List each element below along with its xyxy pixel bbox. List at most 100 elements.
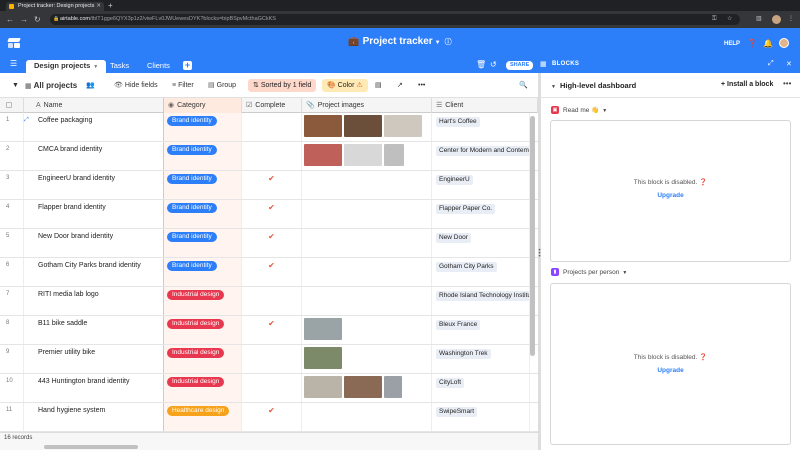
project-image-thumbnail[interactable]: [304, 376, 342, 398]
cell-project-images[interactable]: [302, 171, 432, 199]
views-toggle-icon[interactable]: ▼: [12, 81, 19, 91]
cell-category[interactable]: Brand identity: [164, 113, 242, 141]
more-icon[interactable]: •••: [418, 81, 425, 91]
cell-complete[interactable]: [242, 142, 302, 170]
help-icon[interactable]: ❓: [699, 354, 707, 361]
cell-name[interactable]: Hand hygiene system: [24, 403, 164, 431]
cell-complete[interactable]: [242, 345, 302, 373]
cell-name[interactable]: New Door brand identity: [24, 229, 164, 257]
cell-project-images[interactable]: [302, 229, 432, 257]
cell-complete[interactable]: ✔: [242, 403, 302, 431]
cell-project-images[interactable]: [302, 316, 432, 344]
cell-category[interactable]: Industrial design: [164, 316, 242, 344]
cell-project-images[interactable]: [302, 374, 432, 402]
cell-name[interactable]: B11 bike saddle: [24, 316, 164, 344]
cell-complete[interactable]: [242, 113, 302, 141]
cell-name[interactable]: Flapper brand identity: [24, 200, 164, 228]
tab-clients[interactable]: Clients: [139, 60, 178, 73]
column-header-category[interactable]: ◉ Category: [164, 98, 242, 113]
block-title-read-me[interactable]: ▣ Read me 👋 ▼: [551, 106, 607, 116]
add-table-button[interactable]: +: [183, 61, 192, 70]
tab-tasks[interactable]: Tasks: [102, 60, 137, 73]
table-row[interactable]: 7 RITI media lab logo Industrial design Rho…: [0, 287, 538, 316]
project-image-thumbnail[interactable]: [304, 347, 342, 369]
airtable-logo-icon[interactable]: [7, 38, 21, 48]
cell-project-images[interactable]: [302, 200, 432, 228]
browser-menu-icon[interactable]: ⋮: [788, 15, 794, 24]
close-tab-icon[interactable]: ✕: [96, 2, 101, 11]
more-icon[interactable]: •••: [783, 79, 791, 88]
project-image-thumbnail[interactable]: [344, 144, 382, 166]
tab-design-projects[interactable]: Design projects ▼: [26, 60, 107, 73]
cell-client[interactable]: SwipeSmart: [432, 403, 530, 431]
bookmark-star-icon[interactable]: ☆: [727, 15, 732, 24]
cell-complete[interactable]: ✔: [242, 200, 302, 228]
help-icon[interactable]: ❓: [699, 179, 707, 186]
cell-category[interactable]: Industrial design: [164, 345, 242, 373]
group-button[interactable]: ▤ Group: [208, 81, 236, 91]
select-all-checkbox[interactable]: [0, 98, 24, 113]
project-image-thumbnail[interactable]: [304, 115, 342, 137]
table-row[interactable]: 10 443 Huntington brand identity Industria…: [0, 374, 538, 403]
table-row[interactable]: 5 New Door brand identity Brand identity ✔ N…: [0, 229, 538, 258]
column-header-complete[interactable]: ☑ Complete: [242, 98, 302, 113]
column-header-name[interactable]: A Name: [24, 98, 164, 113]
project-image-thumbnail[interactable]: [304, 318, 342, 340]
menu-icon[interactable]: ☰: [10, 59, 17, 68]
cell-category[interactable]: Healthcare design: [164, 403, 242, 431]
upgrade-link[interactable]: Upgrade: [551, 192, 790, 199]
dashboard-switcher[interactable]: ▼ High-level dashboard: [551, 81, 636, 90]
cell-client[interactable]: Center for Modern and Contemporary Art: [432, 142, 530, 170]
close-icon[interactable]: ✕: [786, 60, 792, 68]
cell-name[interactable]: Gotham City Parks brand identity: [24, 258, 164, 286]
cell-name[interactable]: Coffee packaging: [24, 113, 164, 141]
cell-client[interactable]: EngineerU: [432, 171, 530, 199]
hide-fields-button[interactable]: 👁 Hide fields: [114, 81, 158, 91]
cell-complete[interactable]: ✔: [242, 229, 302, 257]
cell-complete[interactable]: ✔: [242, 258, 302, 286]
cell-project-images[interactable]: [302, 258, 432, 286]
collaborators-icon[interactable]: 👥: [86, 81, 95, 91]
column-header-images[interactable]: 📎 Project images: [302, 98, 432, 113]
forward-icon[interactable]: →: [20, 14, 28, 25]
cell-client[interactable]: CityLoft: [432, 374, 530, 402]
cell-name[interactable]: 443 Huntington brand identity: [24, 374, 164, 402]
extension-icon[interactable]: ▥: [756, 15, 762, 24]
table-row[interactable]: 1 ⤢ Coffee packaging Brand identity Hart's C…: [0, 113, 538, 142]
table-row[interactable]: 2 CMCA brand identity Brand identity Center…: [0, 142, 538, 171]
color-button[interactable]: 🎨 Color ⚠: [322, 79, 368, 92]
table-row[interactable]: 6 Gotham City Parks brand identity Brand i…: [0, 258, 538, 287]
horizontal-scrollbar[interactable]: [44, 445, 138, 449]
cell-name[interactable]: RITI media lab logo: [24, 287, 164, 315]
column-header-client[interactable]: ☰ Client: [432, 98, 538, 113]
cell-category[interactable]: Brand identity: [164, 171, 242, 199]
cell-project-images[interactable]: [302, 287, 432, 315]
cell-category[interactable]: Brand identity: [164, 258, 242, 286]
cell-client[interactable]: Bleux France: [432, 316, 530, 344]
cell-project-images[interactable]: [302, 403, 432, 431]
cell-client[interactable]: Gotham City Parks: [432, 258, 530, 286]
notifications-bell-icon[interactable]: 🔔: [763, 39, 773, 48]
project-image-thumbnail[interactable]: [344, 115, 382, 137]
info-icon[interactable]: ⓘ: [445, 39, 452, 46]
back-icon[interactable]: ←: [6, 14, 14, 25]
browser-tab[interactable]: Project tracker: Design projects ✕: [6, 2, 104, 11]
trash-icon[interactable]: 🗑: [476, 60, 486, 69]
cell-project-images[interactable]: [302, 113, 432, 141]
cell-category[interactable]: Industrial design: [164, 374, 242, 402]
search-icon[interactable]: 🔍: [519, 81, 528, 91]
new-tab-icon[interactable]: +: [108, 1, 113, 11]
cell-category[interactable]: Brand identity: [164, 200, 242, 228]
cell-name[interactable]: CMCA brand identity: [24, 142, 164, 170]
project-image-thumbnail[interactable]: [344, 376, 382, 398]
history-icon[interactable]: ↺: [490, 60, 497, 69]
filter-button[interactable]: ≡ Filter: [172, 81, 194, 91]
reload-icon[interactable]: ↻: [34, 14, 41, 25]
view-switcher[interactable]: ▦ All projects: [25, 81, 77, 92]
table-row[interactable]: 9 Premier utility bike Industrial design Wa…: [0, 345, 538, 374]
share-view-icon[interactable]: ↗: [397, 81, 403, 91]
project-image-thumbnail[interactable]: [304, 144, 342, 166]
project-image-thumbnail[interactable]: [384, 144, 404, 166]
browser-profile-avatar[interactable]: [772, 15, 781, 24]
project-image-thumbnail[interactable]: [384, 115, 422, 137]
